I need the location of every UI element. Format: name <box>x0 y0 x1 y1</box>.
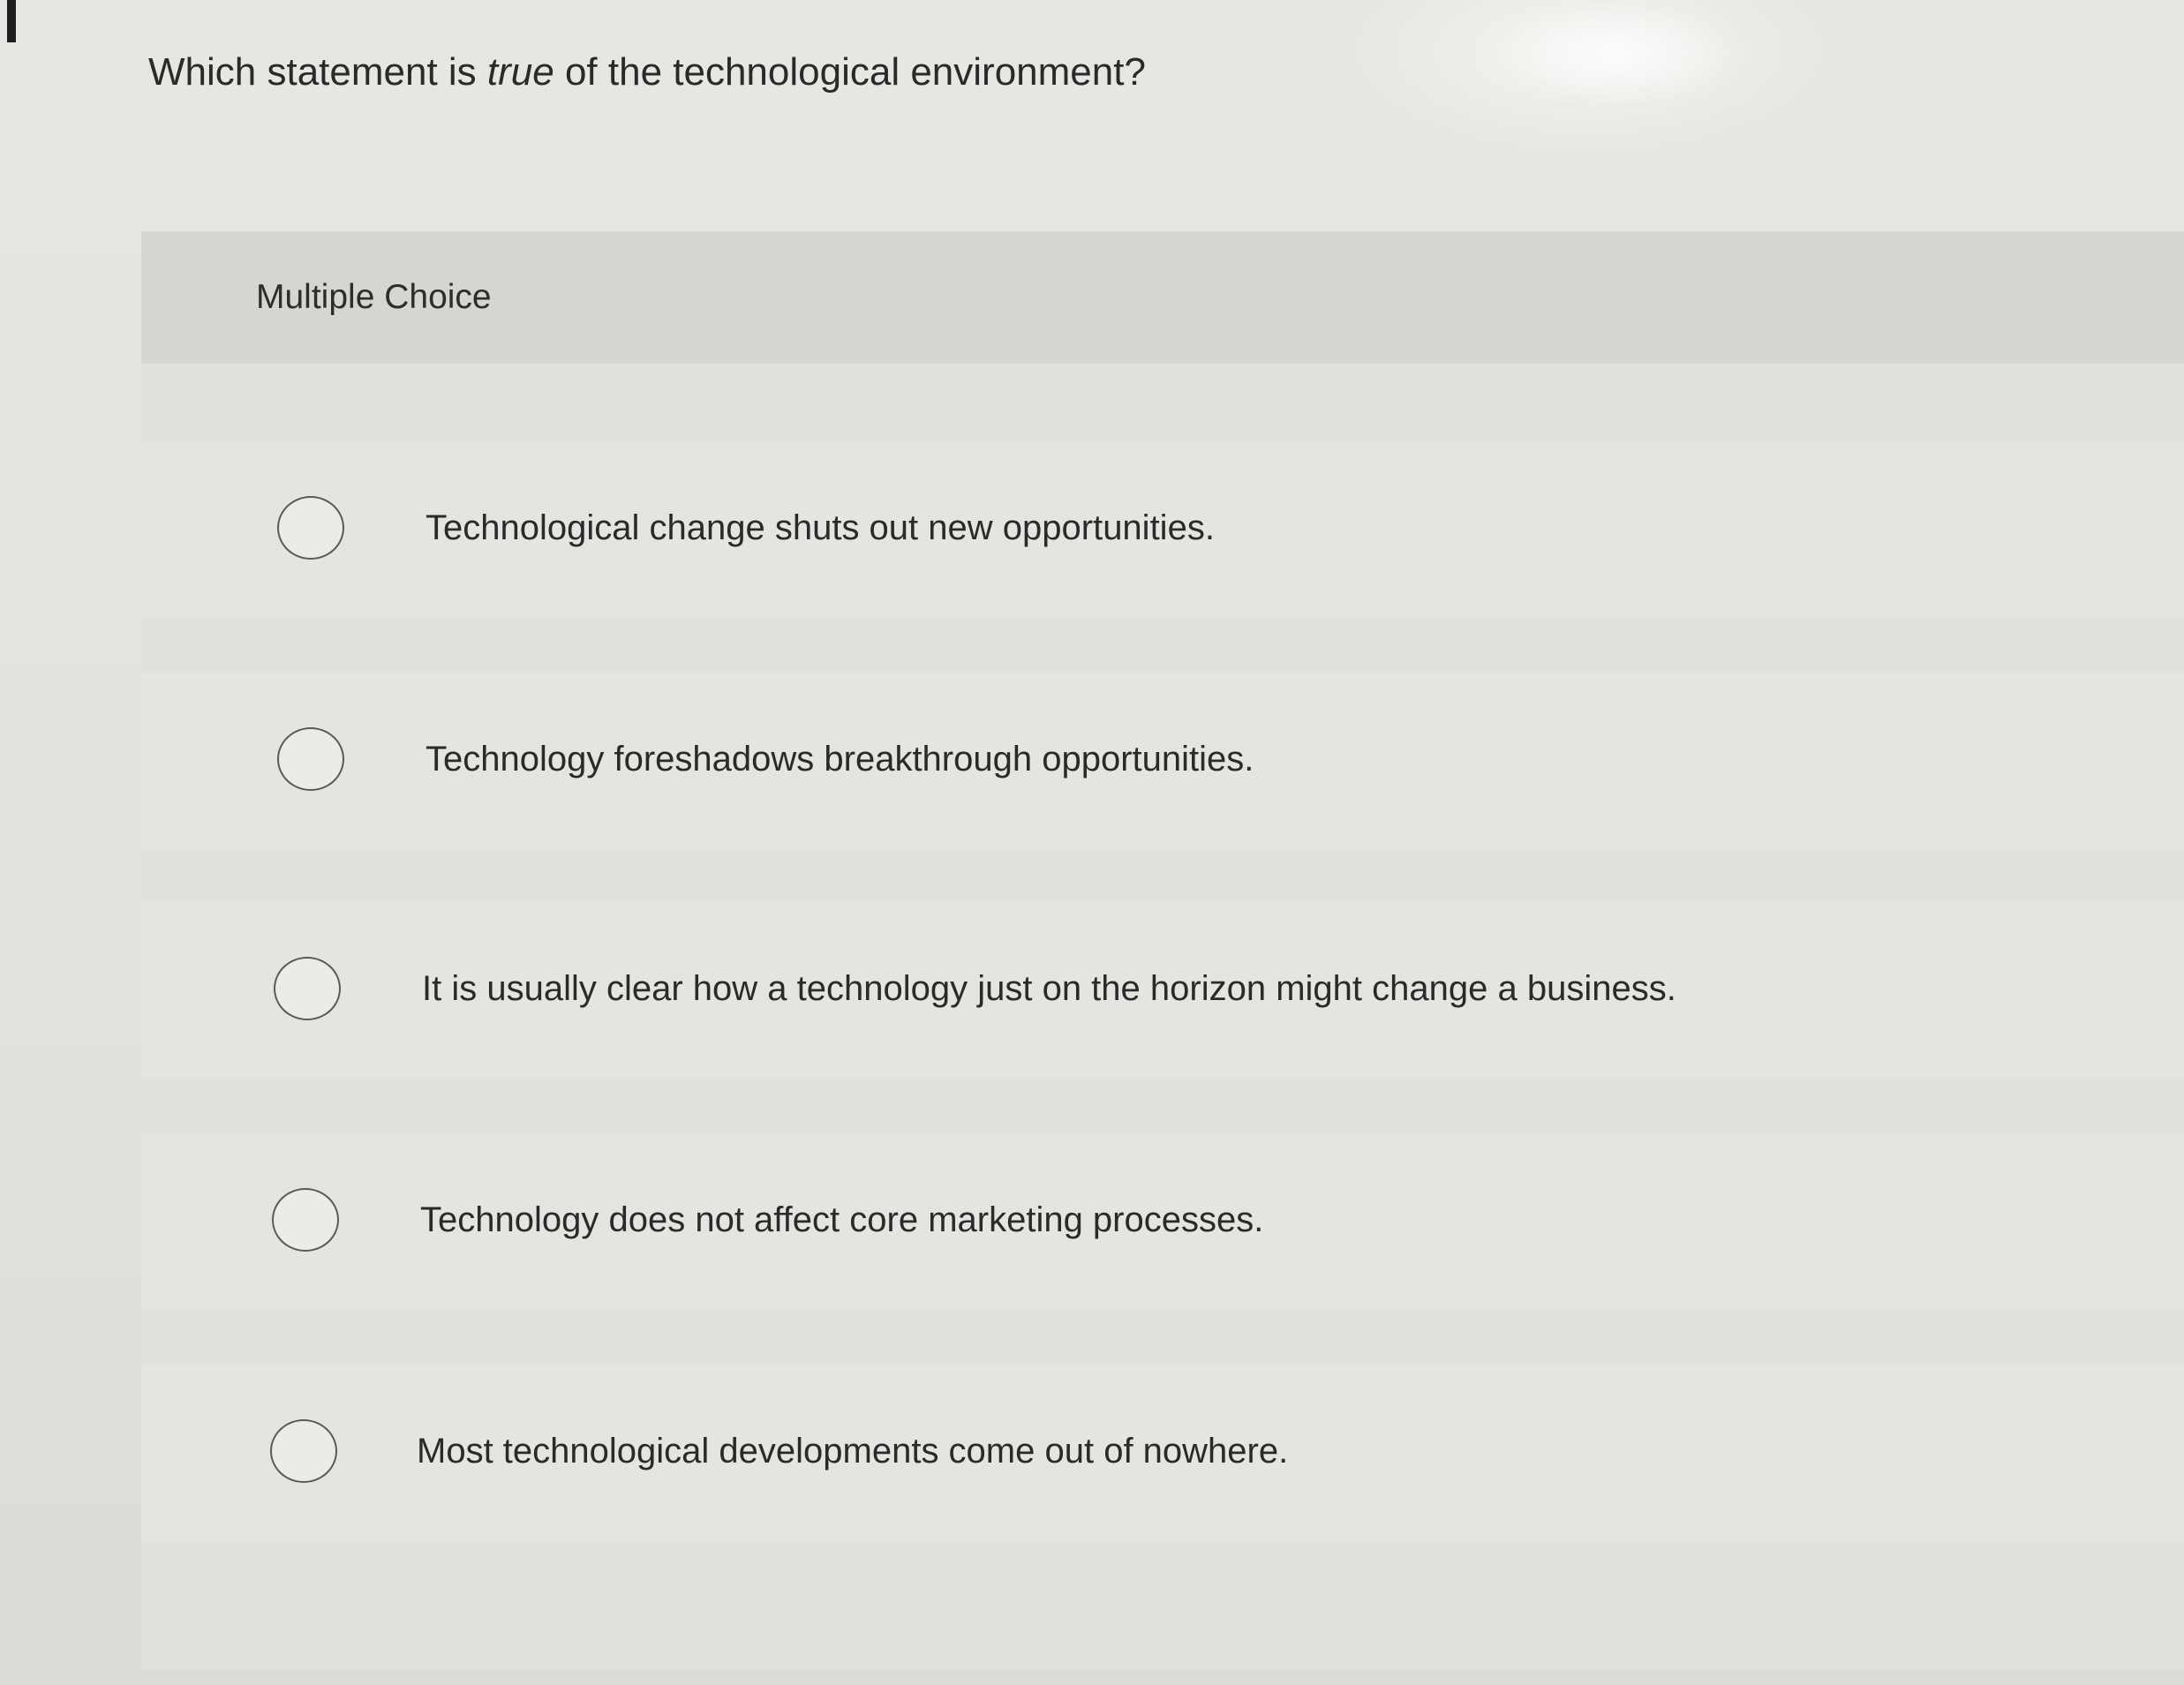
answer-option-2[interactable]: Technology foreshadows breakthrough oppo… <box>141 673 2184 849</box>
quiz-page: Which statement is true of the technolog… <box>0 0 2184 1685</box>
multiple-choice-panel: Multiple Choice Technological change shu… <box>141 231 2184 1670</box>
answer-option-label[interactable]: Most technological developments come out… <box>417 1428 1288 1474</box>
screen-glare <box>1448 0 1783 132</box>
answer-option-label[interactable]: Technology does not affect core marketin… <box>420 1197 1263 1243</box>
radio-button[interactable] <box>270 1419 337 1483</box>
multiple-choice-label: Multiple Choice <box>256 278 492 316</box>
multiple-choice-header: Multiple Choice <box>141 231 2184 364</box>
answer-option-1[interactable]: Technological change shuts out new oppor… <box>141 441 2184 618</box>
radio-button[interactable] <box>274 957 341 1020</box>
answer-option-5[interactable]: Most technological developments come out… <box>141 1365 2184 1541</box>
radio-button[interactable] <box>277 727 344 791</box>
question-prompt: Which statement is true of the technolog… <box>148 46 1146 99</box>
question-text-after: of the technological environment? <box>554 50 1146 94</box>
radio-button[interactable] <box>277 496 344 560</box>
left-edge-marker <box>7 0 16 42</box>
radio-button[interactable] <box>272 1188 339 1252</box>
answer-option-label[interactable]: It is usually clear how a technology jus… <box>422 966 1676 1012</box>
question-text-before: Which statement is <box>148 50 487 94</box>
answer-option-4[interactable]: Technology does not affect core marketin… <box>141 1133 2184 1310</box>
question-text-emphasis: true <box>486 50 554 94</box>
answer-option-3[interactable]: It is usually clear how a technology jus… <box>141 902 2184 1079</box>
answer-options-list: Technological change shuts out new oppor… <box>141 364 2184 1670</box>
answer-option-label[interactable]: Technology foreshadows breakthrough oppo… <box>426 736 1254 782</box>
answer-option-label[interactable]: Technological change shuts out new oppor… <box>426 505 1215 551</box>
